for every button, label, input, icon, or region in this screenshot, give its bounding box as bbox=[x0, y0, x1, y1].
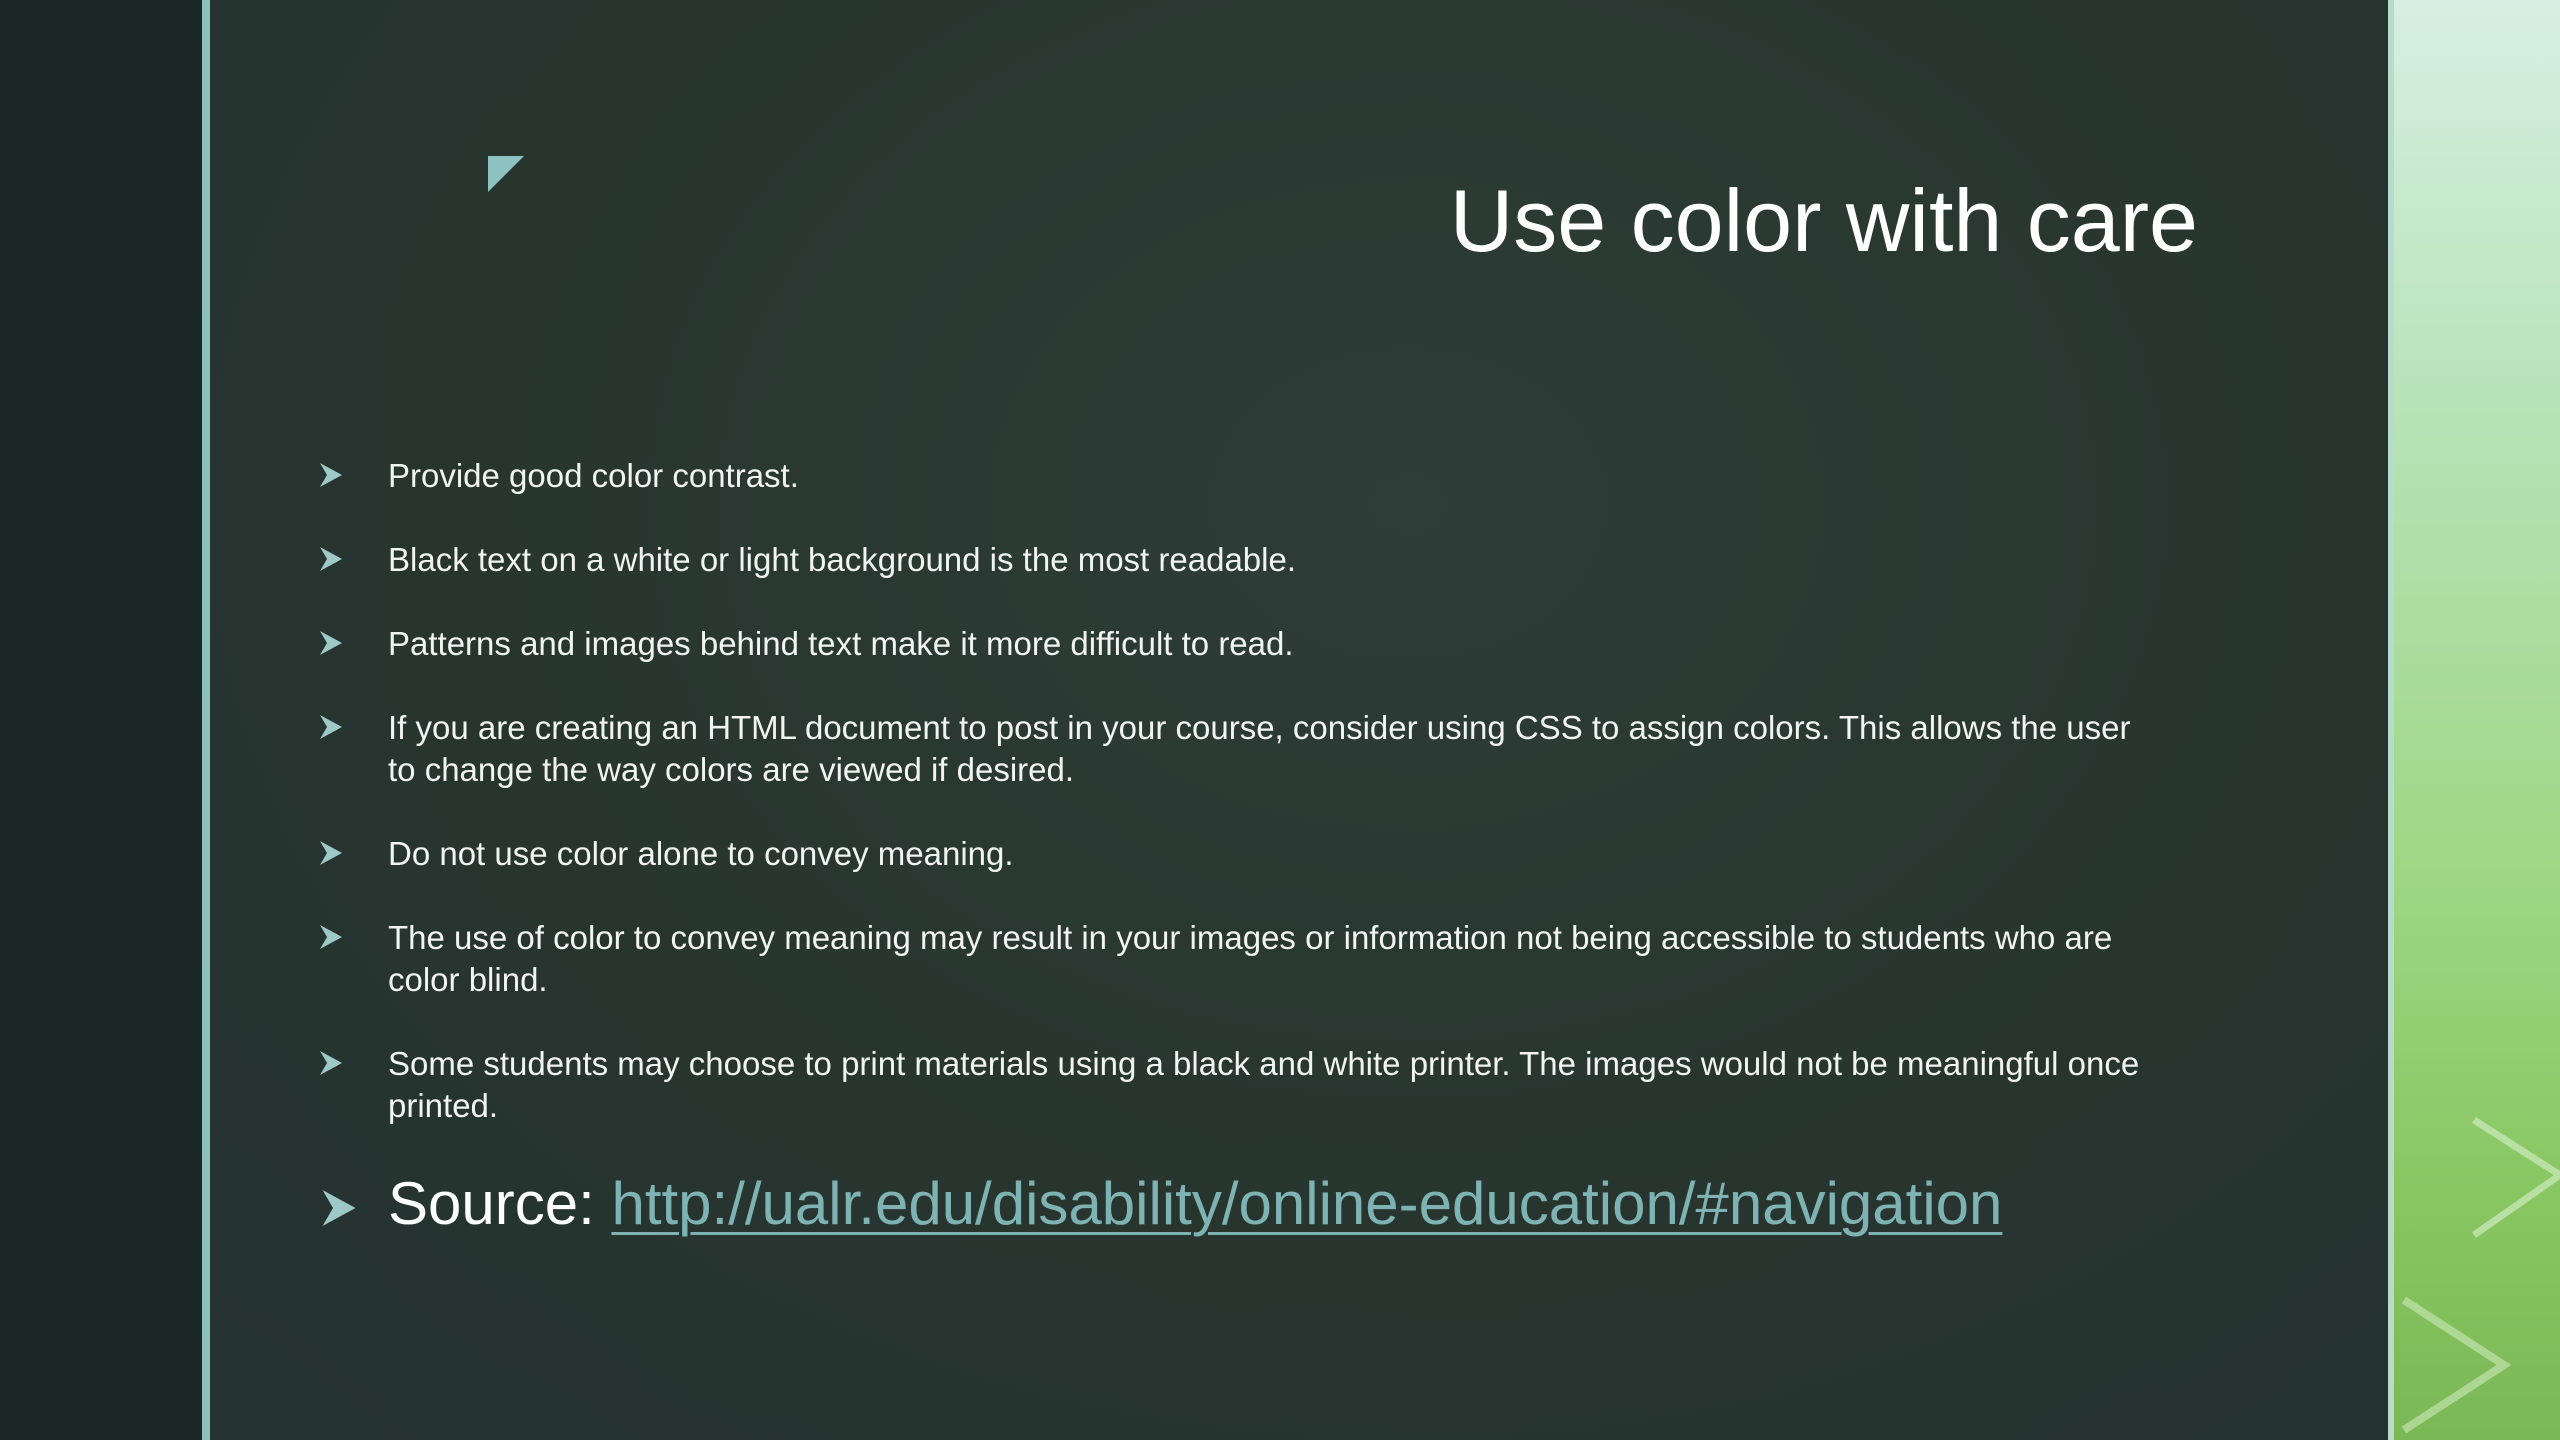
bullet-text: Provide good color contrast. bbox=[388, 457, 799, 494]
slide-title: Use color with care bbox=[1449, 171, 2198, 270]
source-label: Source: bbox=[388, 1170, 595, 1237]
chevron-decoration-icon bbox=[2401, 1117, 2560, 1434]
source-link[interactable]: http://ualr.edu/disability/online-educat… bbox=[611, 1170, 2002, 1237]
bullet-text: The use of color to convey meaning may r… bbox=[388, 919, 2113, 998]
arrowhead-bullet-icon bbox=[320, 715, 342, 739]
bullet-item: Black text on a white or light backgroun… bbox=[320, 539, 2160, 581]
bullet-text: Patterns and images behind text make it … bbox=[388, 625, 1294, 662]
bullet-item: Some students may choose to print materi… bbox=[320, 1043, 2160, 1127]
corner-triangle-icon bbox=[488, 156, 524, 192]
bullet-item: The use of color to convey meaning may r… bbox=[320, 917, 2160, 1001]
bullet-list: Provide good color contrast. Black text … bbox=[320, 455, 2160, 1169]
bullet-text: Do not use color alone to convey meaning… bbox=[388, 835, 1014, 872]
bullet-item: Do not use color alone to convey meaning… bbox=[320, 833, 2160, 875]
arrowhead-bullet-icon bbox=[320, 631, 342, 655]
left-side-band bbox=[0, 0, 202, 1440]
bullet-text: If you are creating an HTML document to … bbox=[388, 709, 2131, 788]
arrowhead-bullet-icon bbox=[322, 1190, 356, 1226]
arrowhead-bullet-icon bbox=[320, 925, 342, 949]
left-accent-rule bbox=[202, 0, 210, 1440]
right-decorative-band bbox=[2394, 0, 2560, 1440]
bullet-item: Patterns and images behind text make it … bbox=[320, 623, 2160, 665]
bullet-item: If you are creating an HTML document to … bbox=[320, 707, 2160, 791]
bullet-text: Some students may choose to print materi… bbox=[388, 1045, 2140, 1124]
bullet-text: Black text on a white or light backgroun… bbox=[388, 541, 1296, 578]
arrowhead-bullet-icon bbox=[320, 463, 342, 487]
arrowhead-bullet-icon bbox=[320, 1051, 342, 1075]
slide: Use color with care Provide good color c… bbox=[0, 0, 2560, 1440]
arrowhead-bullet-icon bbox=[320, 841, 342, 865]
source-line: Source: http://ualr.edu/disability/onlin… bbox=[320, 1168, 2002, 1240]
arrowhead-bullet-icon bbox=[320, 547, 342, 571]
bullet-item: Provide good color contrast. bbox=[320, 455, 2160, 497]
